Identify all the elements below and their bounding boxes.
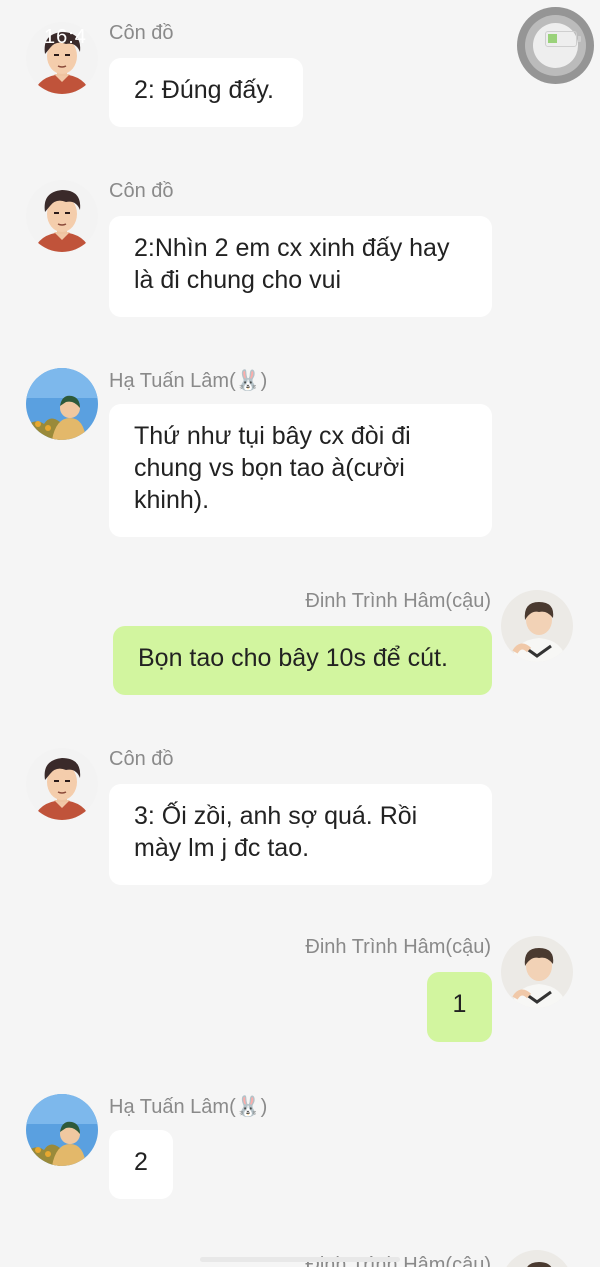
chat-message: Côn đồ 3: Ối zồi, anh sợ quá. Rồi mày lm… (0, 748, 600, 888)
home-indicator[interactable] (200, 1257, 400, 1262)
sender-name: Hạ Tuấn Lâm(🐰) (109, 370, 268, 392)
sender-name: Đinh Trình Hâm(cậu) (305, 936, 491, 958)
white-sweater-avatar[interactable] (501, 936, 573, 1008)
sender-name: Đinh Trình Hâm(cậu) (305, 590, 491, 612)
white-sweater-avatar[interactable] (501, 1250, 573, 1267)
sender-name: Côn đồ (109, 748, 174, 770)
message-bubble[interactable]: 1 (427, 972, 492, 1042)
sender-name: Hạ Tuấn Lâm(🐰) (109, 1096, 268, 1118)
chat-message: Hạ Tuấn Lâm(🐰) Thứ như tụi bây cx đòi đi… (0, 368, 600, 540)
message-bubble[interactable]: Bọn tao cho bây 10s để cút. (113, 626, 492, 695)
chat-message: Đinh Trình Hâm(cậu) 1 (0, 936, 600, 1046)
message-bubble[interactable]: 2:Nhìn 2 em cx xinh đấy hay là đi chung … (109, 216, 492, 317)
sender-name: Côn đồ (109, 22, 174, 44)
sender-name: Côn đồ (109, 180, 174, 202)
sky-photo-avatar[interactable] (26, 368, 98, 440)
chat-message: Hạ Tuấn Lâm(🐰) 2 (0, 1094, 600, 1204)
message-bubble[interactable]: Thứ như tụi bây cx đòi đi chung vs bọn t… (109, 404, 492, 537)
battery-icon (545, 31, 581, 47)
chat-message: Côn đồ 2: Đúng đấy. (0, 22, 600, 132)
chat-message: Côn đồ 2:Nhìn 2 em cx xinh đấy hay là đi… (0, 180, 600, 320)
sky-photo-avatar[interactable] (26, 1094, 98, 1166)
red-shirt-boy-avatar[interactable] (26, 180, 98, 252)
message-bubble[interactable]: 3: Ối zồi, anh sợ quá. Rồi mày lm j đc t… (109, 784, 492, 885)
status-bar-time: 16:4 (44, 26, 87, 48)
red-shirt-boy-avatar[interactable] (26, 748, 98, 820)
chat-message: Đinh Trình Hâm(cậu) Bọn tao cho bây 10s … (0, 590, 600, 700)
message-bubble[interactable]: 2: Đúng đấy. (109, 58, 303, 127)
white-sweater-avatar[interactable] (501, 590, 573, 662)
message-bubble[interactable]: 2 (109, 1130, 173, 1199)
